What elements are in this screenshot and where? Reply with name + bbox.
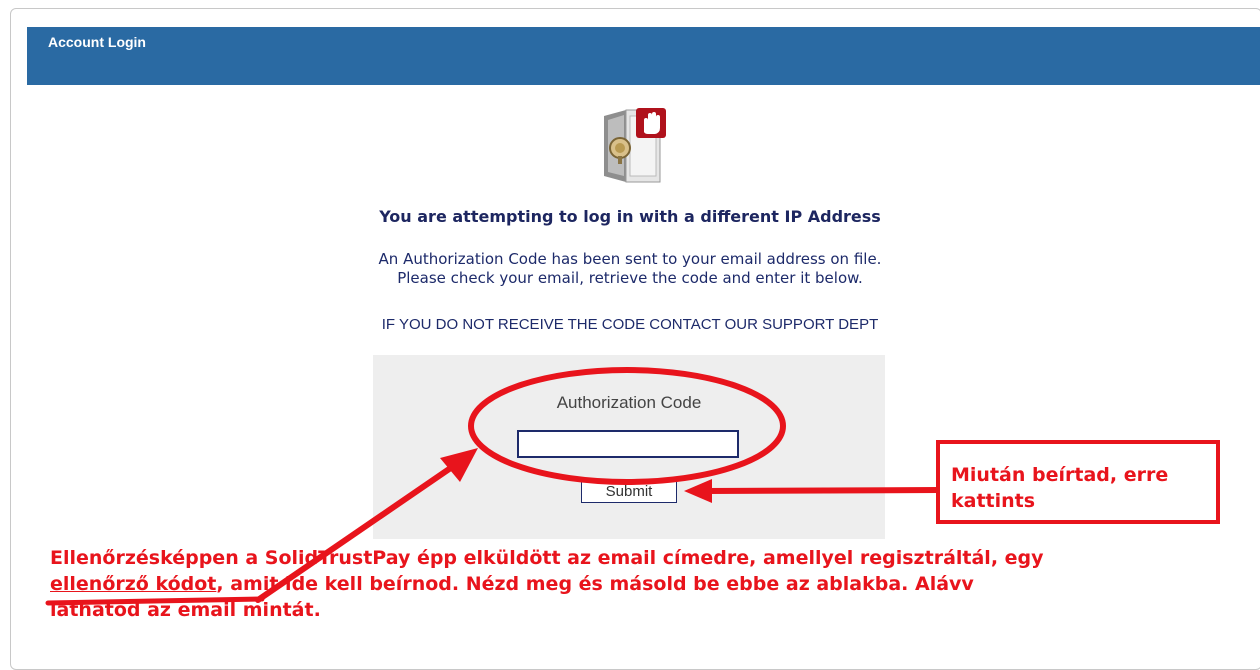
- note-text: , amit ide kell beírnod. Nézd meg és más…: [216, 573, 974, 595]
- ip-warning-heading: You are attempting to log in with a diff…: [379, 207, 881, 226]
- support-notice: IF YOU DO NOT RECEIVE THE CODE CONTACT O…: [381, 316, 879, 333]
- note-line: láthatod az email mintát.: [50, 599, 321, 621]
- authorization-message: An Authorization Code has been sent to y…: [0, 250, 1260, 288]
- authorization-code-label: Authorization Code: [556, 393, 702, 412]
- instruction-note: Ellenőrzésképpen a SolidTrustPay épp elk…: [50, 545, 1260, 623]
- header-bar: [27, 27, 1260, 85]
- callout-text: Miután beírtad, erre kattints: [951, 462, 1221, 514]
- lock-safe-icon: [604, 108, 666, 183]
- stop-hand-icon: [636, 108, 666, 138]
- submit-button[interactable]: Submit: [581, 479, 677, 503]
- note-underlined-text: ellenőrző kódot: [50, 573, 217, 595]
- note-line: Ellenőrzésképpen a SolidTrustPay épp elk…: [50, 547, 1044, 569]
- message-line: An Authorization Code has been sent to y…: [378, 250, 882, 268]
- callout-line: kattints: [951, 490, 1036, 512]
- page-title: Account Login: [48, 34, 146, 50]
- note-line: ellenőrző kódot, amit ide kell beírnod. …: [50, 571, 1260, 597]
- authorization-code-input[interactable]: [517, 430, 739, 458]
- message-line: Please check your email, retrieve the co…: [397, 269, 863, 287]
- callout-line: Miután beírtad, erre: [951, 464, 1169, 486]
